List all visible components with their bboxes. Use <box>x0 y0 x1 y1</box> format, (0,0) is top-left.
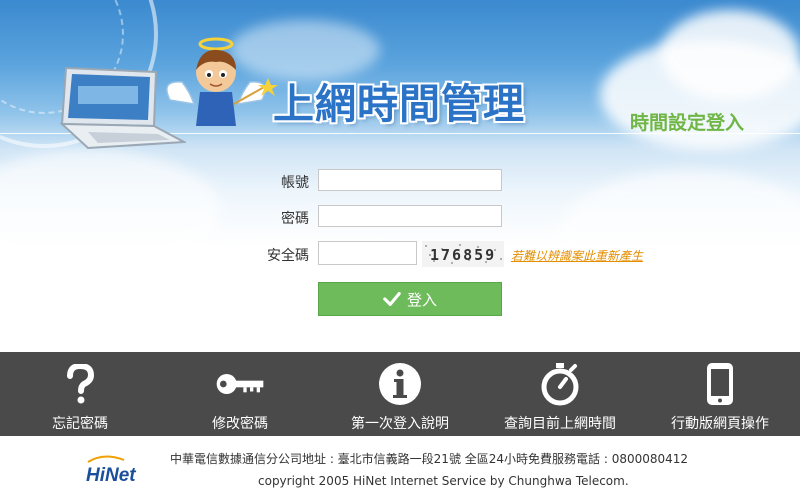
nav-first-login-guide[interactable]: 第一次登入說明 <box>320 352 480 436</box>
hinet-logo: HiNet <box>86 455 136 484</box>
account-label: 帳號 <box>281 175 309 191</box>
nav-forgot-password[interactable]: 忘記密碼 <box>0 352 160 436</box>
svg-text:HiNet: HiNet <box>86 465 136 484</box>
nav-change-password[interactable]: 修改密碼 <box>160 352 320 436</box>
login-button-label: 登入 <box>406 290 437 309</box>
footer-copyright: copyright 2005 HiNet Internet Service by… <box>258 474 629 488</box>
bottom-nav: 忘記密碼 修改密碼 第一次登入說明 查詢目前上網時間 行動版網頁操作 <box>0 352 800 436</box>
account-input[interactable] <box>318 169 502 191</box>
nav-label: 查詢目前上網時間 <box>504 416 616 432</box>
header-banner: 上網時間管理 時間設定登入 帳號 密碼 安全碼 176859 若難以辨識案此重新… <box>0 0 800 352</box>
key-icon <box>215 362 265 406</box>
nav-label: 行動版網頁操作 <box>671 416 769 432</box>
nav-query-online-time[interactable]: 查詢目前上網時間 <box>480 352 640 436</box>
nav-mobile-version[interactable]: 行動版網頁操作 <box>640 352 800 436</box>
info-icon <box>375 362 425 406</box>
page-title: 上網時間管理 <box>273 80 525 128</box>
captcha-input[interactable] <box>318 241 417 265</box>
password-input[interactable] <box>318 205 502 227</box>
mobile-phone-icon <box>695 362 745 406</box>
nav-label: 第一次登入說明 <box>351 416 449 432</box>
password-label: 密碼 <box>281 211 309 227</box>
question-icon <box>55 362 105 406</box>
captcha-image: 176859 <box>422 241 504 267</box>
nav-label: 忘記密碼 <box>52 416 108 432</box>
page-subtitle: 時間設定登入 <box>630 112 745 134</box>
regenerate-captcha-link[interactable]: 若難以辨識案此重新產生 <box>511 247 643 264</box>
captcha-text: 176859 <box>430 246 496 264</box>
footer-address: 中華電信數據通信分公司地址 : 臺北市信義路一段21號 全區24小時免費服務電話… <box>170 452 689 466</box>
login-button[interactable]: 登入 <box>318 282 502 316</box>
stopwatch-icon <box>535 362 585 406</box>
footer: HiNet 中華電信數據通信分公司地址 : 臺北市信義路一段21號 全區24小時… <box>0 436 800 500</box>
angel-mascot-illustration <box>166 37 278 126</box>
checkmark-icon <box>383 292 401 306</box>
nav-label: 修改密碼 <box>212 416 268 432</box>
captcha-label: 安全碼 <box>267 248 309 264</box>
